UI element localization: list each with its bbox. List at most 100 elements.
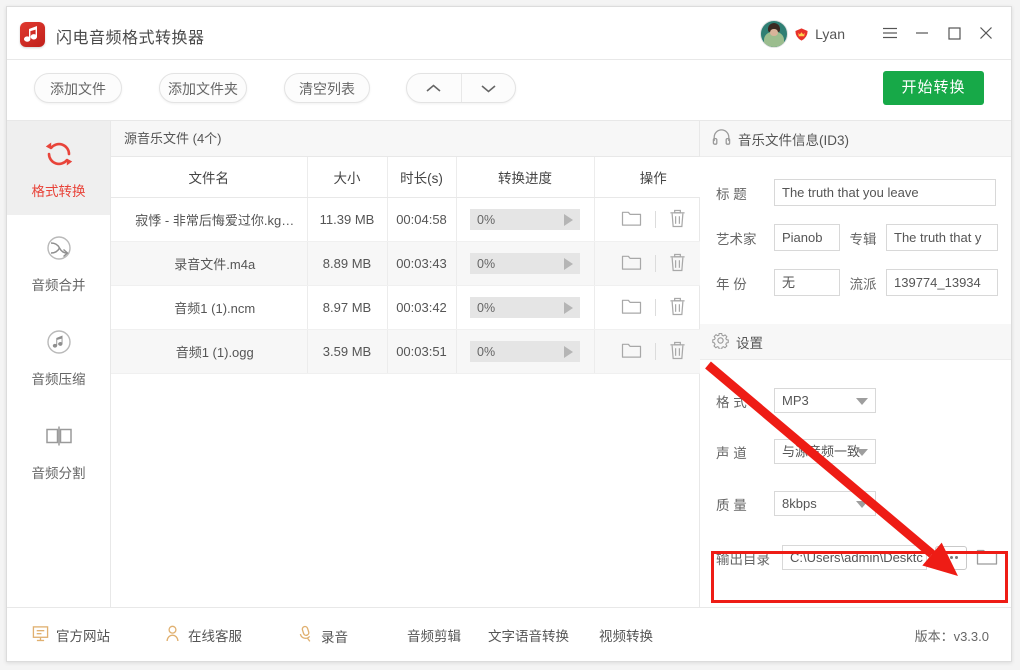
bottom-item-tts[interactable]: 文字语音转换 [488, 625, 569, 645]
genre-field[interactable]: 139774_13934 [886, 269, 998, 296]
action-separator [655, 343, 656, 360]
split-squares-icon [42, 419, 76, 453]
table-header-row: 文件名 大小 时长(s) 转换进度 操作 [111, 157, 712, 198]
minimize-icon[interactable] [907, 19, 937, 47]
music-note-circle-icon [42, 325, 76, 359]
clear-list-button[interactable]: 清空列表 [284, 73, 370, 103]
sidebar-item-label: 音频合并 [32, 274, 86, 294]
table-row[interactable]: 寂悸 - 非常后悔爱过你.kg…11.39 MB00:04:580% [111, 198, 712, 242]
format-label: 格 式 [716, 391, 774, 411]
cell-duration: 00:03:42 [387, 286, 456, 330]
trash-icon[interactable] [669, 297, 686, 319]
year-field[interactable]: 无 [774, 269, 840, 296]
table-row[interactable]: 音频1 (1).ogg3.59 MB00:03:510% [111, 330, 712, 374]
cell-size: 8.97 MB [307, 286, 387, 330]
folder-open-icon[interactable] [976, 547, 998, 569]
menu-icon[interactable] [875, 19, 905, 47]
quality-select[interactable]: 8kbps [774, 491, 876, 516]
settings-title: 设置 [736, 332, 763, 352]
window-controls [875, 19, 1001, 47]
folder-icon[interactable] [621, 297, 642, 318]
album-label: 专辑 [840, 228, 886, 248]
play-triangle-icon[interactable] [564, 302, 573, 314]
id3-title: 音乐文件信息(ID3) [738, 129, 849, 149]
progress-bar: 0% [470, 253, 580, 274]
channel-select[interactable]: 与源音频一致 [774, 439, 876, 464]
application-window: 闪电音频格式转换器 Lyan [6, 6, 1012, 662]
column-progress: 转换进度 [456, 157, 594, 198]
bottom-item-video-convert[interactable]: 视频转换 [599, 625, 653, 645]
folder-icon[interactable] [621, 253, 642, 274]
bottom-item-label: 文字语音转换 [488, 625, 569, 645]
progress-bar: 0% [470, 341, 580, 362]
sidebar-item-audio-compress[interactable]: 音频压缩 [7, 309, 110, 403]
cell-progress: 0% [456, 286, 594, 330]
progress-value: 0% [477, 257, 495, 271]
action-separator [655, 255, 656, 272]
maximize-icon[interactable] [939, 19, 969, 47]
trash-icon[interactable] [669, 341, 686, 363]
title-label: 标 题 [716, 183, 774, 203]
table-row[interactable]: 录音文件.m4a8.89 MB00:03:430% [111, 242, 712, 286]
channel-row: 声 道 与源音频一致 [700, 439, 1011, 464]
bottom-item-official-site[interactable]: 官方网站 [32, 625, 110, 645]
cell-actions [594, 198, 712, 242]
format-row: 格 式 MP3 [700, 388, 1011, 413]
bottom-item-recording[interactable]: 录音 [297, 625, 348, 646]
bottom-item-online-service[interactable]: 在线客服 [164, 625, 242, 645]
person-icon [164, 625, 181, 645]
title-bar: 闪电音频格式转换器 Lyan [7, 7, 1011, 60]
chevron-up-icon[interactable] [407, 74, 462, 102]
play-triangle-icon[interactable] [564, 258, 573, 270]
sidebar-item-audio-merge[interactable]: 音频合并 [7, 215, 110, 309]
cell-actions [594, 286, 712, 330]
cell-filename: 寂悸 - 非常后悔爱过你.kg… [111, 198, 307, 242]
column-actions: 操作 [594, 157, 712, 198]
play-triangle-icon[interactable] [564, 214, 573, 226]
move-order-group [406, 73, 516, 103]
browse-dots-button[interactable] [935, 546, 967, 570]
add-file-button[interactable]: 添加文件 [34, 73, 122, 103]
id3-title-row: 标 题 The truth that you leave [700, 179, 1011, 206]
trash-icon[interactable] [669, 209, 686, 231]
channel-value: 与源音频一致 [782, 444, 860, 459]
cell-actions [594, 242, 712, 286]
folder-icon[interactable] [621, 209, 642, 230]
sidebar-item-format-convert[interactable]: 格式转换 [7, 121, 110, 215]
start-convert-button[interactable]: 开始转换 [883, 71, 984, 105]
genre-label: 流派 [840, 273, 886, 293]
music-note-icon [20, 22, 45, 47]
bottom-item-audio-edit[interactable]: 音频剪辑 [407, 625, 461, 645]
format-value: MP3 [782, 393, 809, 408]
cell-size: 3.59 MB [307, 330, 387, 374]
year-label: 年 份 [716, 273, 774, 293]
progress-value: 0% [477, 213, 495, 227]
bottom-bar: 官方网站 在线客服 录音 音频剪辑 [7, 607, 1011, 661]
headphones-icon [712, 129, 731, 148]
column-duration: 时长(s) [387, 157, 456, 198]
chevron-down-icon [856, 501, 868, 508]
bottom-item-label: 官方网站 [56, 625, 110, 645]
album-field[interactable]: The truth that y [886, 224, 998, 251]
add-folder-button[interactable]: 添加文件夹 [159, 73, 247, 103]
id3-section-header: 音乐文件信息(ID3) [700, 121, 1011, 157]
user-area[interactable]: Lyan [760, 20, 845, 48]
output-dir-field[interactable]: C:\Users\admin\Desktc [782, 545, 927, 570]
play-triangle-icon[interactable] [564, 346, 573, 358]
trash-icon[interactable] [669, 253, 686, 275]
avatar[interactable] [760, 20, 788, 48]
app-root: 闪电音频格式转换器 Lyan [0, 0, 1020, 670]
table-row[interactable]: 音频1 (1).ncm8.97 MB00:03:420% [111, 286, 712, 330]
progress-bar: 0% [470, 297, 580, 318]
action-separator [655, 299, 656, 316]
close-icon[interactable] [971, 19, 1001, 47]
folder-icon[interactable] [621, 341, 642, 362]
title-field[interactable]: The truth that you leave [774, 179, 996, 206]
chevron-down-icon[interactable] [462, 74, 516, 102]
artist-field[interactable]: Pianob [774, 224, 840, 251]
sidebar-item-audio-split[interactable]: 音频分割 [7, 403, 110, 497]
refresh-circle-icon [42, 137, 76, 171]
format-select[interactable]: MP3 [774, 388, 876, 413]
column-size: 大小 [307, 157, 387, 198]
bottom-item-label: 在线客服 [188, 625, 242, 645]
